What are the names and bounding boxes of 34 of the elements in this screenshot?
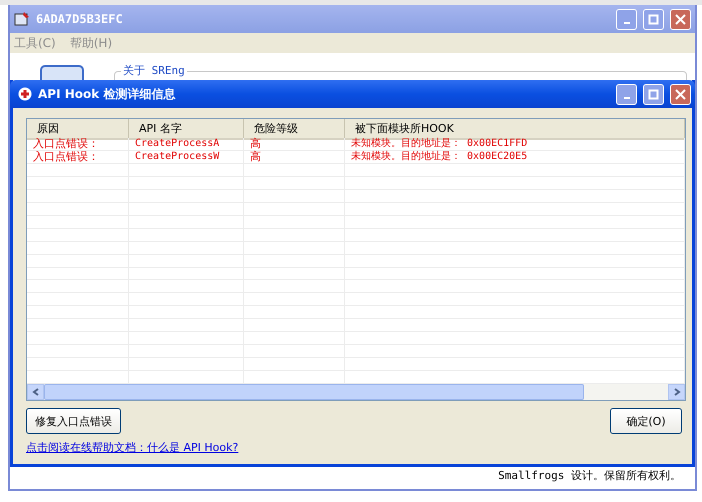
close-button[interactable]	[670, 84, 691, 104]
table-cell: 高	[244, 151, 345, 163]
table-cell: CreateProcessW	[129, 151, 244, 163]
table-cell: 未知模块。目的地址是： 0x00EC1FFD	[345, 138, 685, 150]
app-icon	[14, 11, 30, 27]
first-aid-icon	[18, 87, 32, 101]
scroll-left-icon	[32, 388, 40, 396]
window-title: 6ADA7D5B3EFC	[36, 12, 124, 26]
maximize-icon	[648, 88, 659, 100]
table-cell: 入口点错误：	[27, 138, 129, 150]
minimize-icon	[624, 97, 630, 99]
ok-button[interactable]: 确定(O)	[610, 408, 682, 434]
close-icon	[675, 14, 686, 24]
close-button[interactable]	[670, 8, 691, 30]
scroll-right-icon	[672, 388, 680, 396]
maximize-button[interactable]	[643, 8, 664, 30]
column-header[interactable]: API 名字	[129, 119, 244, 140]
maximize-button[interactable]	[643, 84, 664, 104]
fix-entry-button[interactable]: 修复入口点错误	[26, 408, 121, 434]
table-cell: CreateProcessA	[129, 138, 244, 150]
minimize-icon	[624, 22, 630, 24]
table-cell: 入口点错误：	[27, 151, 129, 163]
help-link[interactable]: 点击阅读在线帮助文档：什么是 API Hook?	[26, 440, 238, 455]
table-cell: 未知模块。目的地址是： 0x00EC20E5	[345, 151, 685, 163]
minimize-button[interactable]	[616, 8, 637, 30]
close-icon	[675, 88, 686, 100]
copyright-text: Smallfrogs 设计。保留所有权利。	[498, 469, 681, 482]
maximize-icon	[648, 14, 659, 24]
table-cell: 高	[244, 138, 345, 150]
dialog-title: API Hook 检测详细信息	[38, 86, 176, 102]
scroll-thumb[interactable]	[44, 384, 584, 400]
horizontal-scrollbar[interactable]	[27, 384, 685, 400]
group-title: 关于 SREng	[121, 63, 187, 78]
minimize-button[interactable]	[616, 84, 637, 104]
